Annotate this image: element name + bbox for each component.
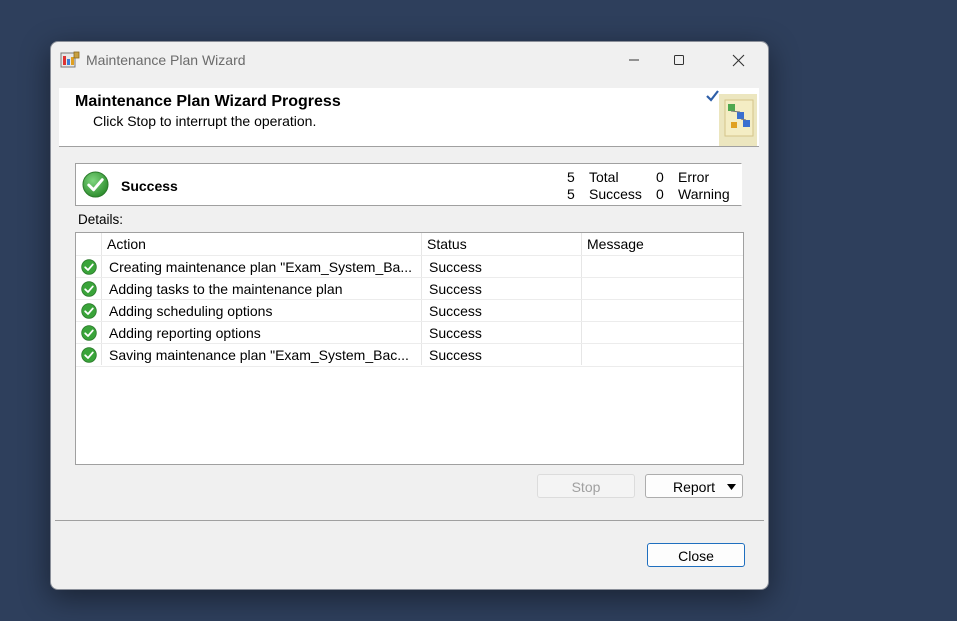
total-count: 5 <box>567 169 575 185</box>
success-check-icon <box>81 259 97 275</box>
table-row[interactable]: Adding scheduling options Success <box>76 299 743 322</box>
details-label: Details: <box>78 212 124 227</box>
success-label: Success <box>589 186 642 202</box>
row-status: Success <box>429 347 482 363</box>
table-row[interactable]: Adding tasks to the maintenance plan Suc… <box>76 277 743 300</box>
warning-label: Warning <box>678 186 730 202</box>
success-check-icon <box>81 281 97 297</box>
details-grid[interactable]: Action Status Message Creating maintenan… <box>75 232 744 465</box>
summary-status: Success <box>121 178 178 194</box>
report-button[interactable]: Report <box>645 474 743 498</box>
error-count: 0 <box>656 169 664 185</box>
row-status: Success <box>429 325 482 341</box>
row-action: Adding tasks to the maintenance plan <box>109 281 343 297</box>
warning-count: 0 <box>656 186 664 202</box>
summary-panel: Success 5 Total 0 Error 5 Success 0 Warn… <box>75 163 742 206</box>
table-row[interactable]: Saving maintenance plan "Exam_System_Bac… <box>76 343 743 367</box>
total-label: Total <box>589 169 619 185</box>
row-status: Success <box>429 281 482 297</box>
close-window-button[interactable] <box>715 42 761 78</box>
error-label: Error <box>678 169 710 185</box>
row-action: Saving maintenance plan "Exam_System_Bac… <box>109 347 409 363</box>
page-subtitle: Click Stop to interrupt the operation. <box>93 113 317 129</box>
close-button[interactable]: Close <box>647 543 745 567</box>
minimize-icon <box>629 59 639 61</box>
row-status: Success <box>429 259 482 275</box>
maximize-button[interactable] <box>656 42 702 78</box>
row-action: Adding scheduling options <box>109 303 273 319</box>
success-count: 5 <box>567 186 575 202</box>
success-check-icon <box>82 171 109 198</box>
wizard-banner-icon <box>706 90 757 146</box>
row-status: Success <box>429 303 482 319</box>
stop-button[interactable]: Stop <box>537 474 635 498</box>
row-action: Creating maintenance plan "Exam_System_B… <box>109 259 413 275</box>
minimize-button[interactable] <box>611 42 657 78</box>
table-row[interactable]: Creating maintenance plan "Exam_System_B… <box>76 255 743 278</box>
close-icon <box>732 54 744 66</box>
title-bar[interactable]: Maintenance Plan Wizard <box>51 42 768 78</box>
table-row[interactable]: Adding reporting options Success <box>76 321 743 344</box>
success-check-icon <box>81 347 97 363</box>
report-button-label: Report <box>672 479 716 495</box>
maximize-icon <box>674 55 684 65</box>
success-check-icon <box>81 303 97 319</box>
footer-divider <box>55 520 764 521</box>
wizard-header: Maintenance Plan Wizard Progress Click S… <box>59 88 759 147</box>
maintenance-plan-app-icon <box>60 51 80 68</box>
column-header-action[interactable]: Action <box>107 233 146 255</box>
window-title: Maintenance Plan Wizard <box>86 52 246 68</box>
success-check-icon <box>81 325 97 341</box>
dropdown-arrow-icon <box>727 484 736 490</box>
wizard-window: Maintenance Plan Wizard Maintenance Plan… <box>50 41 769 590</box>
column-header-message[interactable]: Message <box>587 233 644 255</box>
page-title: Maintenance Plan Wizard Progress <box>75 93 341 110</box>
column-header-status[interactable]: Status <box>427 233 467 255</box>
row-action: Adding reporting options <box>109 325 261 341</box>
